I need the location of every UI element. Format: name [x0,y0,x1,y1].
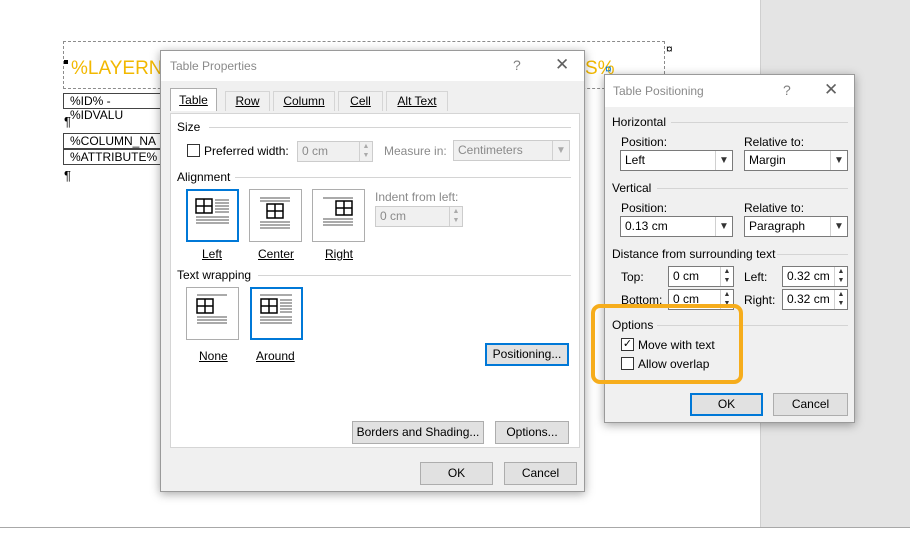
align-right-tile[interactable] [312,189,365,242]
table-positioning-title-bar: Table Positioning ? ✕ [605,75,854,107]
size-separator [209,127,571,128]
horizontal-separator [671,122,848,123]
horizontal-section-label: Horizontal [612,115,667,129]
tab-row[interactable]: Row [225,91,270,111]
cancel-button[interactable]: Cancel [504,462,577,485]
distance-left-input[interactable]: 0.32 cm ▲ ▼ [782,266,848,287]
align-right-label: Right [325,247,354,261]
horizontal-position-select[interactable]: Left ▼ [620,150,733,171]
align-left-icon [195,198,229,224]
horizontal-relative-label: Relative to: [744,135,805,149]
preferred-width-input[interactable]: 0 cm ▲ ▼ [297,141,373,162]
options-highlight [591,304,743,384]
indent-spinner-icon[interactable]: ▲ ▼ [449,207,462,226]
paragraph-mark-2: ¶ [64,168,71,183]
vertical-position-label: Position: [621,201,668,215]
align-center-tile[interactable] [249,189,302,242]
vertical-separator [657,188,848,189]
distance-left-spinner-icon[interactable]: ▲ ▼ [834,267,847,286]
table-tab-panel: Size Preferred width: 0 cm ▲ ▼ Measure in… [170,113,580,448]
table-move-handle[interactable] [64,60,68,64]
vertical-position-select[interactable]: 0.13 cm ▼ [620,216,733,237]
chevron-down-icon: ▼ [830,151,847,170]
wrap-none-label: None [199,349,228,363]
end-of-row-marker: ¤ [666,42,673,56]
distance-top-input[interactable]: 0 cm ▲ ▼ [668,266,734,287]
distance-separator [777,254,848,255]
paragraph-mark: ¶ [64,114,71,129]
alignment-section-label: Alignment [177,170,231,184]
chevron-down-icon: ▼ [552,141,569,160]
tab-table[interactable]: Table [170,88,217,111]
wrap-none-icon [196,294,227,324]
align-left-tile[interactable] [186,189,239,242]
ok-button[interactable]: OK [420,462,493,485]
positioning-cancel-button[interactable]: Cancel [773,393,848,416]
vertical-relative-label: Relative to: [744,201,805,215]
align-left-label: Left [202,247,223,261]
wrap-none-tile[interactable] [186,287,239,340]
borders-and-shading-button[interactable]: Borders and Shading... [352,421,484,444]
horizontal-position-label: Position: [621,135,668,149]
wrap-around-label: Around [256,349,295,363]
dialog-title: Table Properties [170,59,257,73]
distance-top-label: Top: [621,270,644,284]
vertical-relative-select[interactable]: Paragraph ▼ [744,216,848,237]
close-icon[interactable]: ✕ [555,55,569,75]
distance-right-label: Right: [744,293,776,307]
positioning-dialog-title: Table Positioning [613,84,704,98]
attribute-row: %ATTRIBUTE% [63,149,163,165]
table-options-button[interactable]: Options... [495,421,569,444]
positioning-help-icon[interactable]: ? [783,82,791,98]
tab-column[interactable]: Column [273,91,335,111]
positioning-button[interactable]: Positioning... [485,343,569,366]
distance-right-spinner-icon[interactable]: ▲ ▼ [834,290,847,309]
table-properties-dialog: Table Properties ? ✕ Table Row Column Ce… [160,50,585,492]
column-name-row: %COLUMN_NA [63,133,163,149]
distance-right-input[interactable]: 0.32 cm ▲ ▼ [782,289,848,310]
distance-top-spinner-icon[interactable]: ▲ ▼ [720,267,733,286]
wrap-around-tile[interactable] [250,287,303,340]
chevron-down-icon: ▼ [830,217,847,236]
horizontal-relative-select[interactable]: Margin ▼ [744,150,848,171]
tab-alt-text[interactable]: Alt Text [386,91,448,111]
preferred-width-spinner-icon[interactable]: ▲ ▼ [359,142,372,161]
wrap-around-icon [260,294,292,324]
measure-in-select[interactable]: Centimeters ▼ [453,140,570,161]
tab-strip: Table Row Column Cell Alt Text [170,88,580,114]
tab-cell[interactable]: Cell [338,91,383,111]
positioning-close-icon[interactable]: ✕ [824,80,838,100]
alignment-separator [235,177,571,178]
size-section-label: Size [177,120,201,134]
preferred-width-label: Preferred width: [204,144,289,158]
preferred-width-checkbox[interactable] [187,144,200,157]
chevron-down-icon: ▼ [715,217,732,236]
distance-section-label: Distance from surrounding text [612,247,776,261]
chevron-down-icon: ▼ [715,151,732,170]
vertical-section-label: Vertical [612,181,652,195]
positioning-ok-button[interactable]: OK [690,393,763,416]
document-bottom-edge [0,527,910,534]
indent-from-left-input[interactable]: 0 cm ▲ ▼ [375,206,463,227]
distance-left-label: Left: [744,270,768,284]
measure-in-label: Measure in: [384,144,447,158]
align-center-label: Center [258,247,295,261]
help-icon[interactable]: ? [513,57,521,73]
id-row: %ID% - %IDVALU [63,93,163,122]
text-wrapping-section-label: Text wrapping [177,268,252,282]
align-right-icon [323,197,353,226]
align-center-icon [260,197,290,229]
table-properties-title-bar: Table Properties ? ✕ [161,51,584,81]
text-wrapping-separator [258,275,571,276]
indent-from-left-label: Indent from left: [375,190,459,204]
